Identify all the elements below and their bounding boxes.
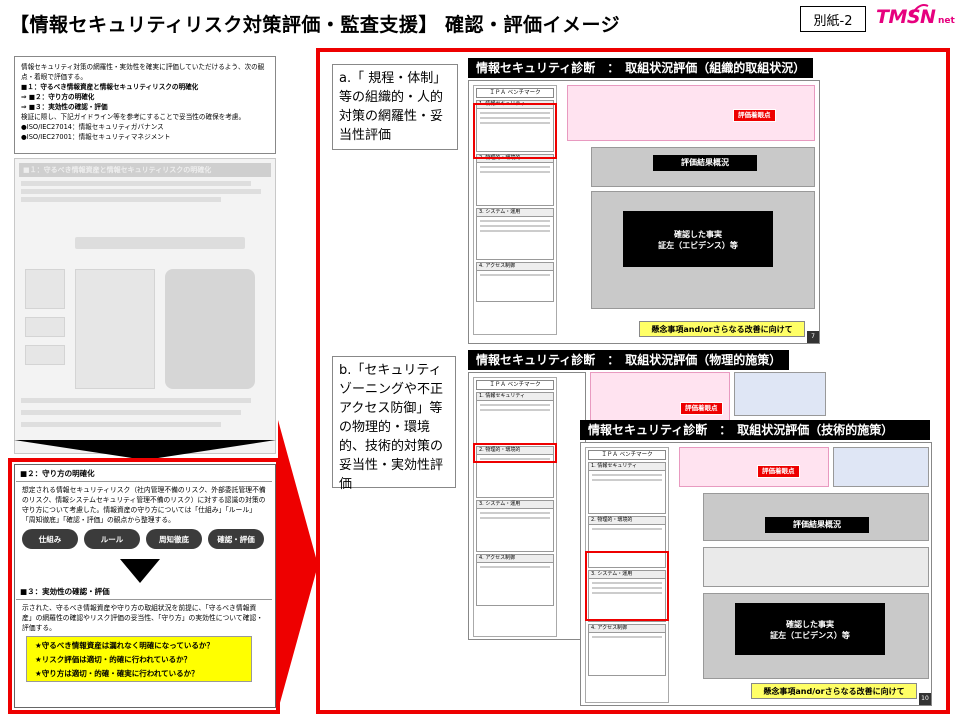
section-3-title: ■３：実効性の確認・評価 xyxy=(16,584,272,600)
highlight-frame xyxy=(473,103,557,159)
document-intro: 情報セキュリティ対策の網羅性・実効性を確実に評価していただけるよう、次の観点・着… xyxy=(14,56,276,154)
section-2-title: ■２：守り方の明確化 xyxy=(16,466,272,482)
logo-suffix: net xyxy=(938,16,955,26)
result-label: 評価結果概況 xyxy=(765,517,869,533)
callout-organizational: a.「 規程・体制」 等の組織的・人的対策の網羅性・妥当性評価 xyxy=(332,64,458,150)
section-3-text: 示された、守るべき情報資産や守り方の取組状況を前提に、「守るべき情報資産」の網羅… xyxy=(22,604,264,632)
pill-awareness: 周知徹底 xyxy=(146,529,202,549)
slide-1-header: 情報セキュリティ診断 ： 取組状況評価（組織的取組状況） xyxy=(468,58,814,78)
pill-evaluation: 確認・評価 xyxy=(208,529,264,549)
section-2: ■２：守り方の明確化 想定される情報セキュリティリスク（社内管理不備のリスク、外… xyxy=(16,466,272,570)
faded-box xyxy=(75,269,155,389)
pill-mechanism: 仕組み xyxy=(22,529,78,549)
evidence-label: 確認した事実 証左（エビデンス）等 xyxy=(623,211,773,267)
faded-box xyxy=(25,317,65,337)
slide-2-eval-point: 評価着眼点 xyxy=(680,402,723,415)
connector-arrow-icon xyxy=(14,440,276,460)
approach-pills: 仕組み ルール 周知徹底 確認・評価 xyxy=(22,529,272,549)
intro-item-1: ■１：守るべき情報資産と情報セキュリティリスクの明確化 xyxy=(21,83,199,91)
slide-1-page-number: 7 xyxy=(807,331,819,343)
evidence-line-2: 証左（エビデンス）等 xyxy=(658,241,738,250)
logo-swoosh-icon xyxy=(911,4,929,15)
pill-rules: ルール xyxy=(84,529,140,549)
question-2: ★リスク評価は適切・的確に行われているか？ xyxy=(35,655,192,664)
attachment-tag: 別紙-2 xyxy=(800,6,866,32)
concern-label: 懸念事項and/orさらなる改善に向けて xyxy=(751,683,917,699)
faded-section-header: ■１：守るべき情報資産と情報セキュリティリスクの明確化 xyxy=(19,163,271,177)
faded-section-1: ■１：守るべき情報資産と情報セキュリティリスクの明確化 xyxy=(14,158,276,454)
faded-box xyxy=(25,345,65,365)
faded-bar xyxy=(75,237,245,249)
down-arrow-icon xyxy=(120,559,160,583)
evidence-line-2: 証左（エビデンス）等 xyxy=(770,631,850,640)
intro-item-2: ⇒ ■２：守り方の明確化 xyxy=(21,93,95,101)
faded-box xyxy=(25,269,65,309)
highlight-frame xyxy=(585,551,669,621)
faded-rounded-box xyxy=(165,269,255,389)
concern-label: 懸念事項and/orさらなる改善に向けて xyxy=(639,321,805,337)
red-arrow-icon xyxy=(278,420,318,710)
evidence-label: 確認した事実 証左（エビデンス）等 xyxy=(735,603,885,655)
reference-1: ●ISO/IEC27014：情報セキュリティガバナンス xyxy=(21,123,164,131)
reference-2: ●ISO/IEC27001：情報セキュリティマネジメント xyxy=(21,133,171,141)
benchmark-title: ＩＰＡ ベンチマーク xyxy=(588,450,666,460)
page-title: 【情報セキュリティリスク対策評価・監査支援】 確認・評価イメージ xyxy=(10,14,621,36)
slide-2-header: 情報セキュリティ診断 ： 取組状況評価（物理的施策） xyxy=(468,350,790,370)
intro-note: 検証に際し、下記ガイドライン等を参考にすることで妥当性の確保を考慮。 xyxy=(21,113,246,121)
intro-text: 情報セキュリティ対策の網羅性・実効性を確実に評価していただけるよう、次の観点・着… xyxy=(21,63,265,81)
evidence-line-1: 確認した事実 xyxy=(786,620,834,629)
eval-point-label: 評価着眼点 xyxy=(757,465,800,478)
evaluation-questions: ★守るべき情報資産は漏れなく明確になっているか？ ★リスク評価は適切・的確に行わ… xyxy=(26,636,252,682)
benchmark-title: ＩＰＡ ベンチマーク xyxy=(476,380,554,390)
slide-2: ＩＰＡ ベンチマーク 1. 情報セキュリティ 2. 物理的・環境的 3. システ… xyxy=(468,372,586,640)
question-3: ★守り方は適切・的確・確実に行われているか？ xyxy=(35,669,199,678)
slide-3-diagram xyxy=(833,447,929,487)
slide-3-page-number: 10 xyxy=(919,693,931,705)
section-2-text: 想定される情報セキュリティリスク（社内管理不備のリスク、外部委託管理不備のリスク… xyxy=(22,486,266,524)
slide-1: ＩＰＡ ベンチマーク 1. 情報セキュリティ 2. 物理的・環境的 3. システ… xyxy=(468,80,820,344)
table-area xyxy=(703,547,929,587)
intro-item-3: ⇒ ■３：実効性の確認・評価 xyxy=(21,103,108,111)
company-logo: TMSN net xyxy=(876,4,956,34)
highlight-frame xyxy=(473,443,557,463)
eval-points-box xyxy=(567,85,815,141)
slide-2-diagram xyxy=(734,372,826,416)
benchmark-column: ＩＰＡ ベンチマーク 1. 情報セキュリティ 2. 物理的・環境的 3. システ… xyxy=(473,377,557,637)
slide-3: ＩＰＡ ベンチマーク 1. 情報セキュリティ 2. 物理的・環境的 3. システ… xyxy=(580,442,932,706)
callout-technical: b.「セキュリティゾーニングや不正アクセス防御」等の物理的・環境的、技術的対策の… xyxy=(332,356,456,492)
eval-point-label: 評価着眼点 xyxy=(733,109,776,122)
question-1: ★守るべき情報資産は漏れなく明確になっているか？ xyxy=(35,641,214,650)
result-label: 評価結果概況 xyxy=(653,155,757,171)
benchmark-title: ＩＰＡ ベンチマーク xyxy=(476,88,554,98)
evidence-line-1: 確認した事実 xyxy=(674,230,722,239)
slide-3-header: 情報セキュリティ診断 ： 取組状況評価（技術的施策） xyxy=(580,420,930,440)
eval-points-box xyxy=(679,447,829,487)
